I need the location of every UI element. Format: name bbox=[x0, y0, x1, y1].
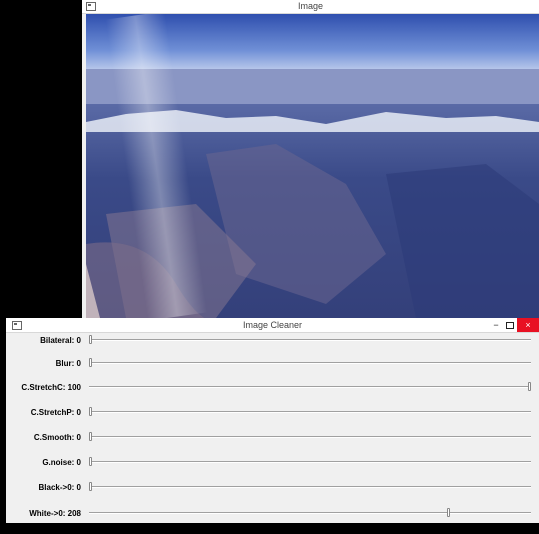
trackbar-white-to-zero: White->0: 208 bbox=[6, 508, 539, 534]
trackbar-track[interactable] bbox=[89, 482, 531, 491]
trackbar-label: G.noise: 0 bbox=[42, 458, 81, 467]
trackbar-ticks bbox=[89, 395, 531, 398]
trackbar-cstretchp: C.StretchP: 0 bbox=[6, 407, 539, 433]
trackbar-thumb[interactable] bbox=[89, 432, 92, 441]
trackbar-gnoise: G.noise: 0 bbox=[6, 457, 539, 483]
maximize-icon bbox=[506, 322, 514, 330]
cleaner-window-titlebar[interactable]: Image Cleaner − × bbox=[6, 318, 539, 333]
trackbar-blur: Blur: 0 bbox=[6, 358, 539, 384]
trackbar-label: Bilateral: 0 bbox=[40, 336, 81, 345]
trackbar-track[interactable] bbox=[89, 457, 531, 466]
trackbar-thumb[interactable] bbox=[89, 358, 92, 367]
trackbar-black-to-zero: Black->0: 0 bbox=[6, 482, 539, 508]
image-window-title: Image bbox=[297, 1, 323, 11]
maximize-button[interactable] bbox=[503, 318, 517, 332]
image-cleaner-window: Image Cleaner − × Bilateral: 0 Blur: 0 C… bbox=[6, 318, 539, 523]
trackbar-ticks bbox=[89, 371, 531, 374]
trackbar-label: C.StretchP: 0 bbox=[30, 408, 81, 417]
image-window: Image bbox=[82, 0, 539, 318]
trackbar-ticks bbox=[89, 495, 531, 498]
trackbar-label: C.StretchC: 100 bbox=[21, 383, 81, 392]
trackbar-thumb[interactable] bbox=[528, 382, 531, 391]
trackbar-label: C.Smooth: 0 bbox=[33, 433, 81, 442]
trackbar-ticks bbox=[89, 348, 531, 351]
trackbar-thumb[interactable] bbox=[89, 482, 92, 491]
trackbar-ticks bbox=[89, 420, 531, 423]
trackbar-track[interactable] bbox=[89, 432, 531, 441]
trackbar-csmooth: C.Smooth: 0 bbox=[6, 432, 539, 458]
trackbar-track[interactable] bbox=[89, 508, 531, 517]
trackbar-track[interactable] bbox=[89, 407, 531, 416]
trackbar-track[interactable] bbox=[89, 358, 531, 367]
trackbar-track[interactable] bbox=[89, 382, 531, 391]
close-button[interactable]: × bbox=[517, 318, 539, 332]
trackbar-label: Blur: 0 bbox=[55, 359, 81, 368]
trackbar-label: White->0: 208 bbox=[29, 509, 81, 518]
trackbar-thumb[interactable] bbox=[447, 508, 450, 517]
aerial-photo bbox=[86, 14, 539, 318]
minimize-button[interactable]: − bbox=[489, 318, 503, 332]
trackbar-thumb[interactable] bbox=[89, 457, 92, 466]
image-window-titlebar[interactable]: Image bbox=[82, 0, 539, 14]
trackbar-thumb[interactable] bbox=[89, 335, 92, 344]
trackbar-label: Black->0: 0 bbox=[38, 483, 81, 492]
trackbar-track[interactable] bbox=[89, 335, 531, 344]
trackbar-ticks bbox=[89, 445, 531, 448]
trackbar-cstretchc: C.StretchC: 100 bbox=[6, 382, 539, 408]
trackbar-ticks bbox=[89, 470, 531, 473]
cleaner-window-title: Image Cleaner bbox=[242, 320, 303, 330]
trackbar-thumb[interactable] bbox=[89, 407, 92, 416]
